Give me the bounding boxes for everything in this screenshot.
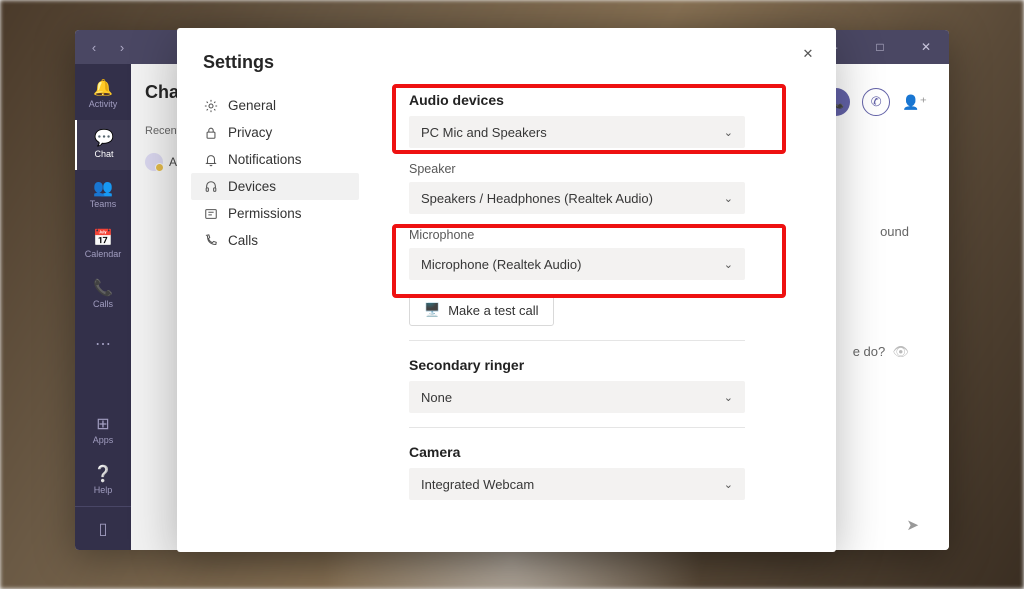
rail-calendar[interactable]: 📅 Calendar [75,220,131,270]
settings-nav: General Privacy Notifications Devices Pe… [191,92,359,254]
camera-field: Camera Integrated Webcam ⌄ [409,444,797,500]
avatar [145,153,163,171]
more-icon: ⋯ [95,337,111,353]
make-test-call-button[interactable]: 🖥️ Make a test call [409,294,554,326]
test-call-icon: 🖥️ [424,302,440,318]
secondary-ringer-label: Secondary ringer [409,357,797,373]
nav-label: Devices [228,179,276,194]
rail-more[interactable]: ⋯ [75,320,131,370]
rail-teams[interactable]: 👥 Teams [75,170,131,220]
phone-icon: 📞 [93,281,113,297]
apps-icon: ⊞ [96,417,109,433]
speaker-select[interactable]: Speakers / Headphones (Realtek Audio) ⌄ [409,182,745,214]
forward-button[interactable]: › [111,36,133,58]
select-value: PC Mic and Speakers [421,125,547,140]
settings-title: Settings [203,52,274,73]
chevron-down-icon: ⌄ [724,478,733,491]
rail-label: Apps [93,435,114,445]
eye-icon: 👁 [892,344,909,359]
left-rail: 🔔 Activity 💬 Chat 👥 Teams 📅 Calendar 📞 C… [75,64,131,550]
rail-calls[interactable]: 📞 Calls [75,270,131,320]
background-text: ound [880,224,909,239]
lock-icon [203,125,218,140]
help-icon: ❔ [93,467,113,483]
settings-content: Audio devices PC Mic and Speakers ⌄ Spea… [409,92,797,552]
headset-icon [203,179,218,194]
participants-icon[interactable]: 👤⁺ [902,94,927,111]
chevron-down-icon: ⌄ [724,192,733,205]
device-icon: ▯ [99,519,108,539]
chevron-down-icon: ⌄ [724,391,733,404]
nav-label: Calls [228,233,258,248]
bell-icon [203,152,218,167]
separator [409,427,745,428]
rail-label: Teams [90,199,117,209]
rail-label: Chat [94,149,113,159]
window-maximize-button[interactable]: □ [857,30,903,64]
nav-label: Permissions [228,206,302,221]
rail-label: Help [94,485,113,495]
people-icon: 👥 [93,181,113,197]
settings-nav-devices[interactable]: Devices [191,173,359,200]
settings-nav-calls[interactable]: Calls [191,227,359,254]
rail-device[interactable]: ▯ [75,506,131,550]
nav-label: General [228,98,276,113]
microphone-select[interactable]: Microphone (Realtek Audio) ⌄ [409,248,745,280]
settings-nav-general[interactable]: General [191,92,359,119]
back-button[interactable]: ‹ [83,36,105,58]
nav-label: Notifications [228,152,302,167]
select-value: Microphone (Realtek Audio) [421,257,581,272]
send-icon[interactable]: ➤ [906,516,919,534]
rail-label: Calendar [85,249,122,259]
button-label: Make a test call [448,303,538,318]
rail-activity[interactable]: 🔔 Activity [75,70,131,120]
settings-nav-permissions[interactable]: Permissions [191,200,359,227]
select-value: None [421,390,452,405]
rail-apps[interactable]: ⊞ Apps [75,406,131,456]
close-icon: ✕ [803,46,814,62]
chat-icon: 💬 [94,131,114,147]
nav-label: Privacy [228,125,272,140]
secondary-ringer-field: Secondary ringer None ⌄ [409,357,797,413]
settings-nav-privacy[interactable]: Privacy [191,119,359,146]
bell-icon: 🔔 [93,81,113,97]
microphone-field: Microphone Microphone (Realtek Audio) ⌄ [409,228,797,280]
microphone-label: Microphone [409,228,797,242]
audio-devices-label: Audio devices [409,92,797,108]
separator [409,340,745,341]
select-value: Speakers / Headphones (Realtek Audio) [421,191,653,206]
rail-help[interactable]: ❔ Help [75,456,131,506]
select-value: Integrated Webcam [421,477,534,492]
audio-devices-field: Audio devices PC Mic and Speakers ⌄ [409,92,797,148]
rail-chat[interactable]: 💬 Chat [75,120,131,170]
gear-icon [203,98,218,113]
audio-devices-select[interactable]: PC Mic and Speakers ⌄ [409,116,745,148]
secondary-ringer-select[interactable]: None ⌄ [409,381,745,413]
chat-list-item-label: A [169,155,177,169]
background-text: e do? 👁 [853,344,909,360]
nav-arrows: ‹ › [83,30,133,64]
key-icon [203,206,218,221]
audio-call-button[interactable]: ✆ [862,88,890,116]
rail-label: Calls [93,299,113,309]
camera-select[interactable]: Integrated Webcam ⌄ [409,468,745,500]
camera-label: Camera [409,444,797,460]
settings-modal: ✕ Settings General Privacy Notifications… [177,28,836,552]
settings-nav-notifications[interactable]: Notifications [191,146,359,173]
speaker-label: Speaker [409,162,797,176]
chevron-down-icon: ⌄ [724,126,733,139]
rail-label: Activity [89,99,118,109]
calendar-icon: 📅 [93,231,113,247]
window-close-button[interactable]: ✕ [903,30,949,64]
close-button[interactable]: ✕ [796,42,820,66]
chevron-down-icon: ⌄ [724,258,733,271]
phone-icon [203,233,218,248]
speaker-field: Speaker Speakers / Headphones (Realtek A… [409,162,797,214]
